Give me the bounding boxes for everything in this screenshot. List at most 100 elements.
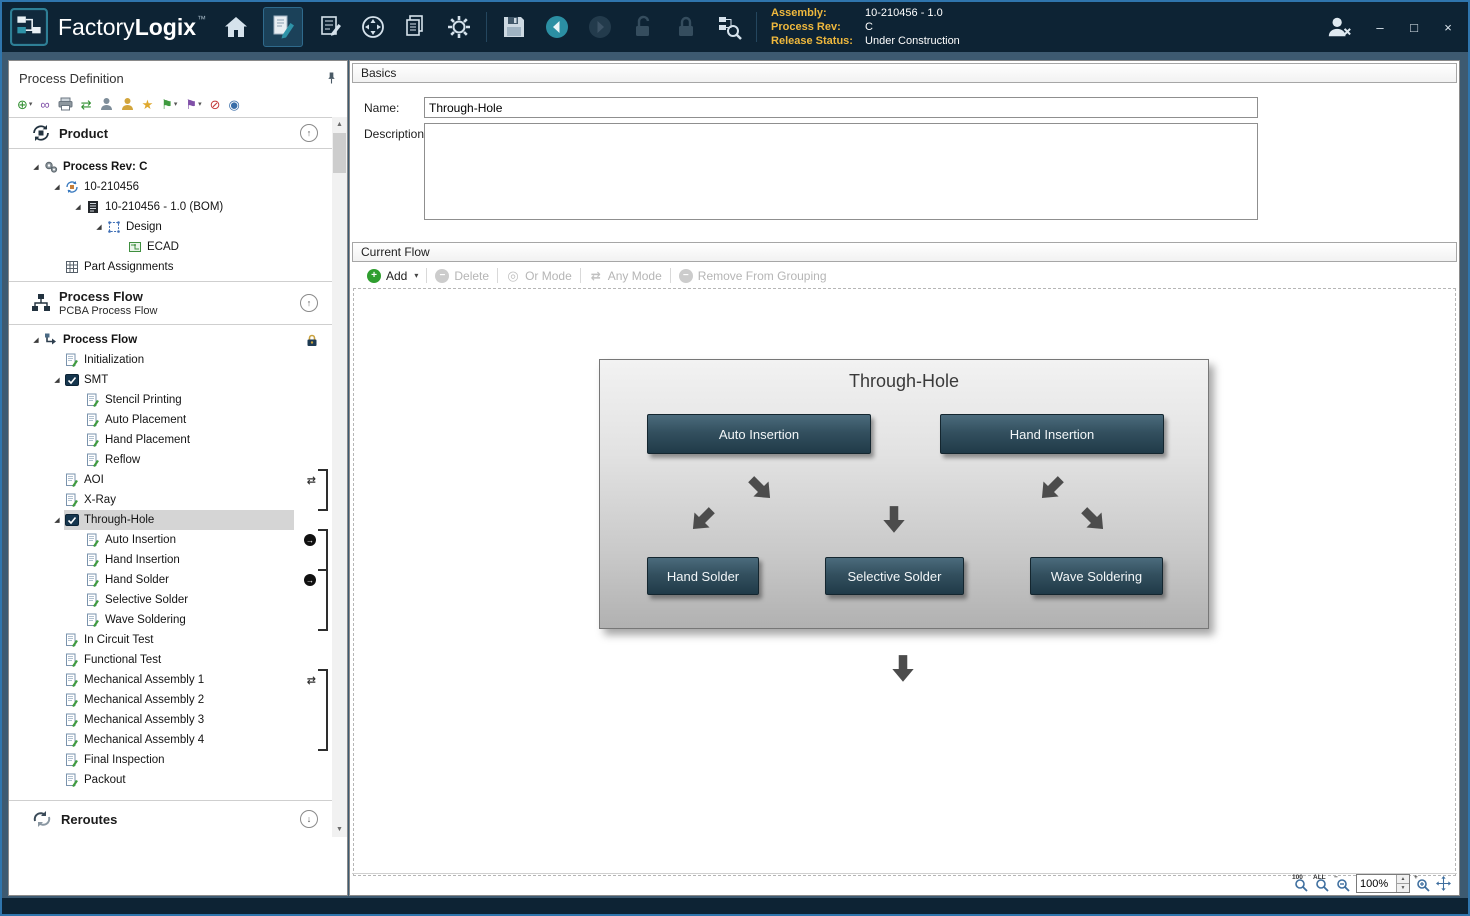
tree-item-packout[interactable]: Packout [9,770,332,790]
tree-item-label: Process Flow [63,334,137,346]
settings-button[interactable] [443,11,475,43]
block-button[interactable]: ⊘ [210,98,221,111]
any-mode-group-icon: ⇄ [307,674,316,687]
reroutes-section-header[interactable]: Reroutes ↓ [9,800,332,837]
collapse-product-button[interactable]: ↑ [300,124,318,142]
expand-reroutes-button[interactable]: ↓ [300,810,318,828]
cube-icon [65,180,80,194]
expander-icon[interactable]: ◢ [29,163,43,171]
save-button[interactable] [498,11,530,43]
tree-item-initialization[interactable]: Initialization [9,350,332,370]
bracket-slot [320,330,328,350]
star-button[interactable]: ★ [142,98,154,111]
process-definition-button[interactable] [263,7,303,47]
tree-item-process-flow[interactable]: ◢ Process Flow [9,330,332,350]
zoom-in-button[interactable]: + [1415,876,1431,892]
maximize-button[interactable]: □ [1406,20,1422,35]
scroll-down-icon[interactable]: ▼ [332,822,347,837]
logout-user-button[interactable] [1324,14,1354,40]
tree-item-smt[interactable]: ◢SMT [9,370,332,390]
process-flow-section-header[interactable]: Process Flow PCBA Process Flow ↑ [9,281,332,325]
info-button[interactable]: ◉ [229,98,240,111]
factorylogix-logo-icon [10,8,48,46]
expander-icon[interactable]: ◢ [29,336,43,344]
flow-node-selective-solder[interactable]: Selective Solder [825,557,964,595]
tree-item-mechanical-assembly-1[interactable]: Mechanical Assembly 1⇄ [9,670,332,690]
tree-item-process-rev-c[interactable]: ◢Process Rev: C [9,157,332,177]
print-button[interactable] [58,97,73,111]
pan-button[interactable] [1436,876,1451,891]
expander-icon[interactable]: ◢ [50,376,64,384]
collapse-process-flow-button[interactable]: ↑ [300,294,318,312]
tree-item-functional-test[interactable]: Functional Test [9,650,332,670]
name-input[interactable] [424,97,1258,118]
tree-item-ecad[interactable]: ECAD [9,237,332,257]
tree-item-auto-insertion[interactable]: Auto Insertion→ [9,530,332,550]
tree-item-wave-soldering[interactable]: Wave Soldering [9,610,332,630]
tree-item-reflow[interactable]: Reflow [9,450,332,470]
zoom-100-button[interactable]: 100 [1293,876,1309,892]
expander-icon[interactable]: ◢ [92,223,106,231]
flag-green-button[interactable]: ⚑▾ [161,98,177,111]
documents-button[interactable] [400,11,432,43]
flow-toolbar-add-button[interactable]: +Add▾ [359,269,426,283]
add-button[interactable]: ⊕▾ [17,98,32,111]
flow-node-auto-insertion[interactable]: Auto Insertion [647,414,871,454]
back-button[interactable] [541,11,573,43]
minimize-button[interactable]: – [1372,20,1388,35]
expander-icon[interactable]: ◢ [50,183,64,191]
zoom-level-control: ▲▼ [1356,874,1410,893]
flow-node-hand-solder[interactable]: Hand Solder [647,557,759,595]
magnifier-plus-icon [1416,878,1430,892]
tree-item-hand-insertion[interactable]: Hand Insertion [9,550,332,570]
pin-icon[interactable] [326,71,337,85]
tree-item-mechanical-assembly-2[interactable]: Mechanical Assembly 2 [9,690,332,710]
expander-icon[interactable]: ◢ [50,516,64,524]
zoom-out-button[interactable]: − [1335,876,1351,892]
document-pen-button[interactable] [314,11,346,43]
indent [9,690,50,710]
product-section-header[interactable]: Product ↑ [9,117,332,149]
tree-item-mechanical-assembly-3[interactable]: Mechanical Assembly 3 [9,710,332,730]
tree-item-through-hole[interactable]: ◢Through-Hole [9,510,332,530]
description-input[interactable] [424,123,1258,220]
tree-item-aoi[interactable]: AOI⇄ [9,470,332,490]
user-key-button[interactable] [121,97,134,111]
home-button[interactable] [220,11,252,43]
tree-item-stencil-printing[interactable]: Stencil Printing [9,390,332,410]
zoom-increment-button[interactable]: ▲ [1397,875,1409,884]
tree-item-x-ray[interactable]: X-Ray [9,490,332,510]
zoom-input[interactable] [1357,875,1396,892]
flow-canvas[interactable]: Through-Hole Auto InsertionHand Insertio… [353,288,1456,876]
tree-item-part-assignments[interactable]: Part Assignments [9,257,332,277]
sync-button[interactable]: ⇄ [81,98,92,111]
group-bracket [318,609,328,631]
process-flow-section-title: Process Flow [59,289,157,304]
tree-item-selective-solder[interactable]: Selective Solder [9,590,332,610]
expander-icon[interactable]: ◢ [71,203,85,211]
flow-node-hand-insertion[interactable]: Hand Insertion [940,414,1164,454]
zoom-decrement-button[interactable]: ▼ [1397,884,1409,892]
tree-item-in-circuit-test[interactable]: In Circuit Test [9,630,332,650]
tree-item-auto-placement[interactable]: Auto Placement [9,410,332,430]
flag-purple-button[interactable]: ⚑▾ [185,98,201,111]
user-button[interactable] [100,97,113,111]
tree-item-design[interactable]: ◢Design [9,217,332,237]
flow-node-wave-soldering[interactable]: Wave Soldering [1030,557,1163,595]
find-flow-button[interactable] [713,11,745,43]
sidebar-scrollbar[interactable]: ▲ ▼ [332,117,347,837]
tree-item-10-210456[interactable]: ◢10-210456 [9,177,332,197]
through-hole-group-box[interactable]: Through-Hole Auto InsertionHand Insertio… [599,359,1209,629]
navigator-button[interactable] [357,11,389,43]
tree-item-hand-solder[interactable]: Hand Solder→ [9,570,332,590]
tree-item-10-210456-1-0-bom[interactable]: ◢10-210456 - 1.0 (BOM) [9,197,332,217]
zoom-all-button[interactable]: ALL [1314,876,1330,892]
close-button[interactable]: × [1440,20,1456,35]
tree-item-final-inspection[interactable]: Final Inspection [9,750,332,770]
scrollbar-thumb[interactable] [333,133,346,173]
tree-item-mechanical-assembly-4[interactable]: Mechanical Assembly 4 [9,730,332,750]
chevron-down-icon: ▾ [174,100,178,108]
link-button[interactable]: ∞ [40,98,49,111]
scroll-up-icon[interactable]: ▲ [332,117,347,132]
tree-item-hand-placement[interactable]: Hand Placement [9,430,332,450]
